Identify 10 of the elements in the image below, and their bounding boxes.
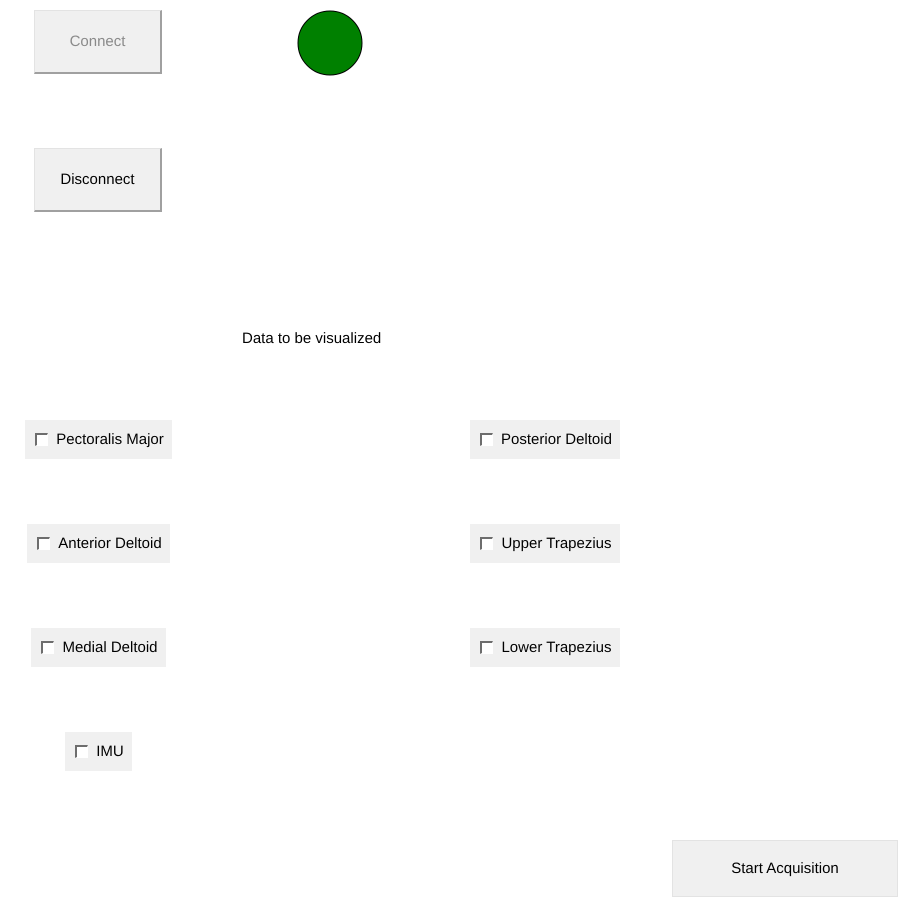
checkbox[interactable]: Pectoralis Major: [25, 420, 172, 459]
checkbox[interactable]: Medial Deltoid: [31, 628, 166, 667]
start-acquisition-button[interactable]: Start Acquisition: [672, 840, 898, 897]
checkbox[interactable]: Posterior Deltoid: [470, 420, 620, 459]
checkbox[interactable]: IMU: [65, 732, 132, 771]
checkbox[interactable]: Upper Trapezius: [470, 524, 620, 563]
section-label: Data to be visualized: [242, 330, 382, 347]
checkbox[interactable]: Lower Trapezius: [470, 628, 620, 667]
disconnect-button[interactable]: Disconnect: [34, 148, 162, 212]
checkbox[interactable]: Anterior Deltoid: [27, 524, 170, 563]
